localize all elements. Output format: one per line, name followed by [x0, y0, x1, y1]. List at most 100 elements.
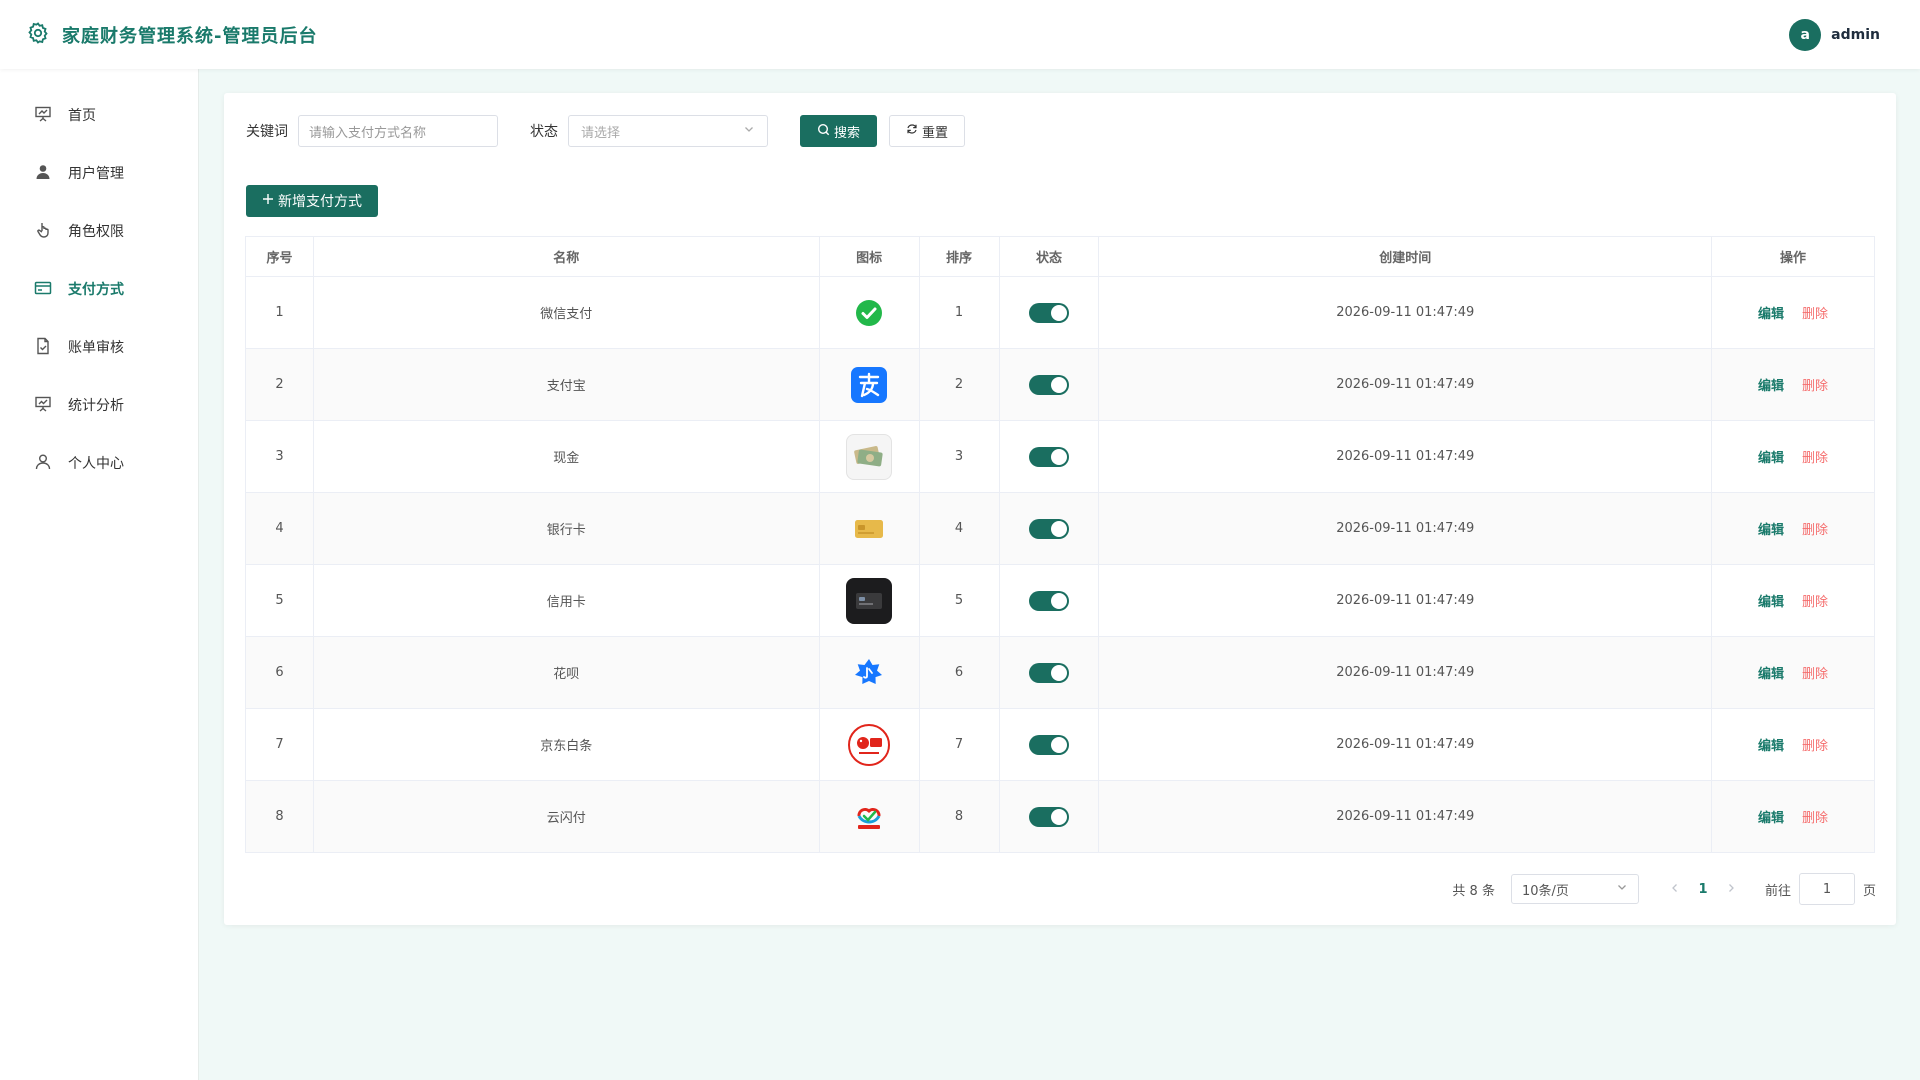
cell-created: 2026-09-11 01:47:49 — [1098, 492, 1713, 565]
column-header-index: 序号 — [245, 236, 314, 277]
edit-button[interactable]: 编辑 — [1758, 523, 1784, 538]
cell-name: 花呗 — [312, 636, 820, 709]
alipay-icon — [846, 362, 892, 408]
keyword-input[interactable]: 请输入支付方式名称 — [298, 115, 498, 147]
sidebar-item-profile[interactable]: 个人中心 — [0, 435, 198, 493]
cell-sort: 3 — [918, 420, 1000, 493]
sidebar-item-label: 个人中心 — [68, 456, 124, 472]
cell-index: 2 — [245, 348, 314, 421]
column-header-status: 状态 — [998, 236, 1100, 277]
cell-created: 2026-09-11 01:47:49 — [1098, 348, 1713, 421]
edit-button[interactable]: 编辑 — [1758, 379, 1784, 394]
reset-button[interactable]: 重置 — [889, 115, 966, 147]
edit-button[interactable]: 编辑 — [1758, 595, 1784, 610]
jd-baitiao-icon — [846, 722, 892, 768]
edit-button[interactable]: 编辑 — [1758, 739, 1784, 754]
cell-sort: 8 — [918, 780, 1000, 853]
column-header-actions: 操作 — [1711, 236, 1875, 277]
pagination: 共 8 条 10条/页 1 前往 1 页 — [1452, 873, 1876, 905]
refresh-icon — [906, 123, 918, 139]
column-header-created: 创建时间 — [1098, 236, 1713, 277]
cell-index: 5 — [245, 564, 314, 637]
page-size-select[interactable]: 10条/页 — [1510, 874, 1639, 904]
search-button-label: 搜索 — [834, 125, 861, 141]
delete-button[interactable]: 删除 — [1802, 667, 1828, 682]
prev-page-button[interactable] — [1661, 882, 1689, 897]
gear-icon — [26, 21, 50, 49]
status-label: 状态 — [530, 124, 558, 140]
goto-label: 前往 — [1764, 883, 1791, 899]
delete-button[interactable]: 删除 — [1802, 595, 1828, 610]
cell-sort: 7 — [918, 708, 1000, 781]
cash-icon — [846, 433, 893, 480]
cell-index: 7 — [245, 708, 314, 781]
goto-page-input[interactable]: 1 — [1798, 873, 1855, 905]
next-page-button[interactable] — [1717, 882, 1745, 897]
pointer-hand-icon — [34, 221, 52, 243]
chart-board-icon — [34, 395, 52, 417]
edit-button[interactable]: 编辑 — [1758, 451, 1784, 466]
unionpay-quickpass-icon — [846, 794, 892, 840]
sidebar-item-label: 角色权限 — [68, 224, 124, 240]
add-payment-method-button[interactable]: 新增支付方式 — [246, 185, 378, 217]
cell-sort: 6 — [918, 636, 1000, 709]
status-select[interactable]: 请选择 — [568, 115, 768, 147]
sidebar-item-label: 账单审核 — [68, 340, 124, 356]
page-size-value: 10条/页 — [1521, 883, 1569, 899]
status-switch[interactable] — [1028, 374, 1069, 395]
sidebar-item-home[interactable]: 首页 — [0, 87, 198, 145]
status-switch[interactable] — [1028, 518, 1069, 539]
user-menu[interactable]: a admin — [1789, 18, 1880, 51]
user-icon — [34, 163, 52, 185]
payment-methods-table: 序号 名称 图标 排序 状态 创建时间 操作 1 微信支付 1 2026-09-… — [245, 236, 1875, 853]
edit-button[interactable]: 编辑 — [1758, 811, 1784, 826]
goto-page-value: 1 — [1822, 881, 1832, 897]
chevron-down-icon — [743, 123, 755, 139]
column-header-name: 名称 — [312, 236, 820, 277]
edit-button[interactable]: 编辑 — [1758, 307, 1784, 322]
status-switch[interactable] — [1028, 734, 1069, 755]
cell-index: 8 — [245, 780, 314, 853]
sidebar-item-payment-methods[interactable]: 支付方式 — [0, 261, 198, 319]
cell-index: 6 — [245, 636, 314, 709]
table-row: 8 云闪付 8 2026-09-11 01:47:49 编辑 删除 — [245, 780, 1875, 853]
sidebar-item-bill-review[interactable]: 账单审核 — [0, 319, 198, 377]
delete-button[interactable]: 删除 — [1802, 811, 1828, 826]
table-row: 4 银行卡 4 2026-09-11 01:47:49 编辑 删除 — [245, 492, 1875, 565]
chevron-down-icon — [1616, 881, 1628, 897]
delete-button[interactable]: 删除 — [1802, 307, 1828, 322]
search-button[interactable]: 搜索 — [800, 115, 878, 147]
status-switch[interactable] — [1028, 806, 1069, 827]
page-number-current[interactable]: 1 — [1689, 882, 1717, 897]
reset-button-label: 重置 — [922, 125, 949, 141]
avatar[interactable]: a — [1789, 18, 1822, 51]
presentation-chart-icon — [34, 105, 52, 127]
status-switch[interactable] — [1028, 302, 1069, 323]
sidebar-item-users[interactable]: 用户管理 — [0, 145, 198, 203]
sidebar-item-roles[interactable]: 角色权限 — [0, 203, 198, 261]
table-row: 6 花呗 6 2026-09-11 01:47:49 编辑 删除 — [245, 636, 1875, 709]
cell-created: 2026-09-11 01:47:49 — [1098, 708, 1713, 781]
delete-button[interactable]: 删除 — [1802, 379, 1828, 394]
status-switch[interactable] — [1028, 662, 1069, 683]
edit-button[interactable]: 编辑 — [1758, 667, 1784, 682]
username[interactable]: admin — [1831, 27, 1880, 43]
sidebar-item-label: 用户管理 — [68, 166, 124, 182]
delete-button[interactable]: 删除 — [1802, 523, 1828, 538]
cell-name: 信用卡 — [312, 564, 820, 637]
sidebar: 首页 用户管理 角色权限 支付方式 账单审核 统计分析 个人中心 — [0, 69, 199, 1080]
cell-name: 微信支付 — [312, 276, 820, 349]
sidebar-item-label: 首页 — [68, 108, 96, 124]
wechat-pay-icon — [846, 290, 892, 336]
column-header-icon: 图标 — [818, 236, 920, 277]
sidebar-item-statistics[interactable]: 统计分析 — [0, 377, 198, 435]
cell-name: 京东白条 — [312, 708, 820, 781]
delete-button[interactable]: 删除 — [1802, 739, 1828, 754]
huabei-icon — [846, 650, 892, 696]
status-switch[interactable] — [1028, 590, 1069, 611]
status-switch[interactable] — [1028, 446, 1069, 467]
sidebar-item-label: 支付方式 — [68, 282, 124, 298]
cell-index: 4 — [245, 492, 314, 565]
cell-created: 2026-09-11 01:47:49 — [1098, 420, 1713, 493]
delete-button[interactable]: 删除 — [1802, 451, 1828, 466]
